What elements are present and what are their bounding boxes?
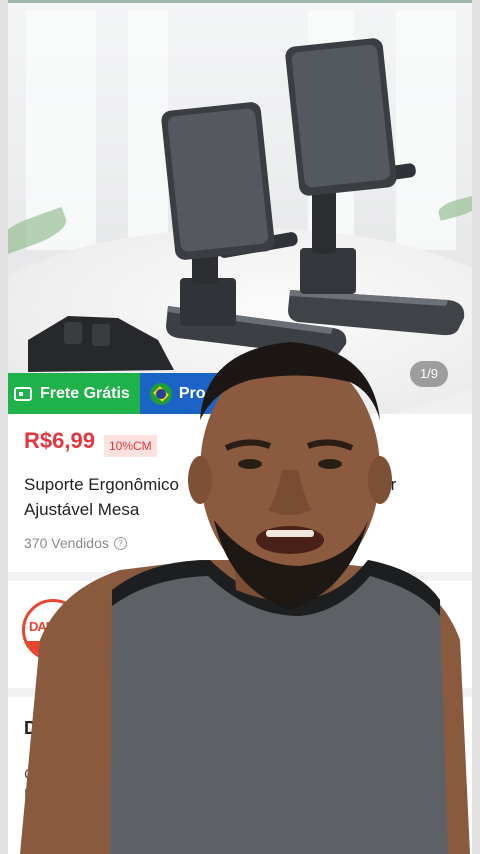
video-frame: 1/9 Frete Grátis Pro R$6,99 10%CM Suport…	[0, 0, 480, 854]
presenter-overlay	[20, 342, 470, 854]
presenter-person	[20, 342, 470, 854]
